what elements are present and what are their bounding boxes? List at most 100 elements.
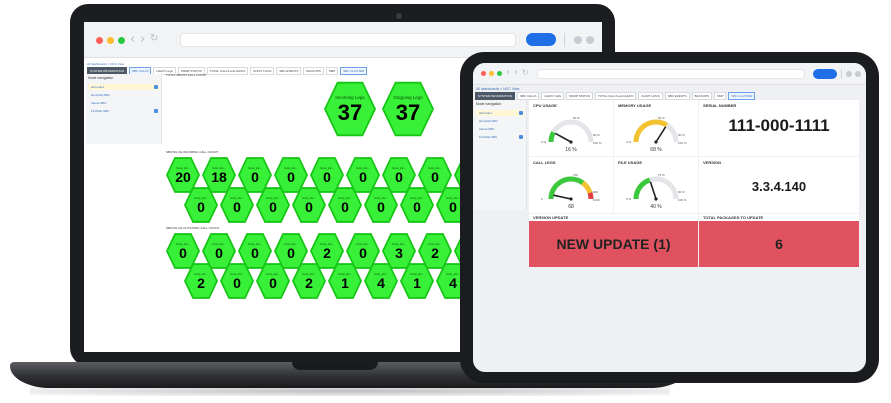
tablet-node-sidebar: Node navigation sbcnode1 Hemphill-SBC Aleu… [474,100,527,210]
laptop-sidebar-item-1[interactable]: Hemphill-SBC [88,92,159,98]
tablet-tab-7[interactable]: BACKUPS [691,92,712,100]
browser-extension-icon[interactable] [855,71,861,77]
forward-icon[interactable]: › [514,67,518,78]
hex-call-count: 2 [305,274,313,291]
hex-call-count: 1 [341,274,349,291]
hex-call-count: 0 [413,198,421,215]
gauge-value-label: 40 % [650,204,662,210]
hex-call-count: 0 [323,168,331,185]
gauge-tick-label: 75 % [658,173,665,177]
hex-call-count: 0 [341,198,349,215]
version-update-value: NEW UPDATE (1) [556,236,671,252]
laptop-tab-4[interactable]: TOTAL CALLS and HA/FO [206,67,249,75]
gauge-tick-label: 1000 [593,198,600,202]
incoming-legs-value: 37 [337,99,363,125]
gauge-tick-label: 0 % [626,197,632,201]
tablet-tab-5[interactable]: AUDIT LOGS [638,92,663,100]
sidebar-title: Node navigation [88,76,114,80]
tablet-tab-1[interactable]: SBC CALLS [516,92,540,100]
browser-action-button[interactable] [526,33,556,46]
device-mockup-scene: ‹ › ↻ All dashboards > NOC View SYSTEM I… [0,0,891,403]
sidebar-item-label: Hemphill-SBC [479,119,498,123]
serial-number-title: SERIAL NUMBER [703,103,737,108]
close-window-icon[interactable] [96,37,103,44]
laptop-tab-7[interactable]: BACKUPS [303,67,324,75]
hex-call-count: 0 [395,168,403,185]
breadcrumb[interactable]: All dashboards > NOC View [87,62,124,66]
gauge-needle [655,126,667,143]
tablet-sidebar-item-1[interactable]: Hemphill-SBC [476,118,524,124]
gauge-value-label: 68 % [650,147,662,153]
outgoing-call-count-title: SBC/SG CE OUTGOING CALL COUNT [166,226,220,230]
address-bar[interactable] [180,33,516,47]
hex-call-count: 0 [449,198,457,215]
tablet-tab-9[interactable]: SBC CLUSTER [728,92,756,100]
hex-call-count: 0 [179,244,187,261]
browser-extension-icon[interactable] [586,36,594,44]
laptop-tab-6[interactable]: SBC EVENTS [276,67,302,75]
tablet-sidebar-item-2[interactable]: Aleuts-SBC [476,126,524,132]
laptop-tab-9[interactable]: SBC CLUSTER [340,67,368,75]
maximize-window-icon[interactable] [118,37,125,44]
node-badge-icon [154,109,158,113]
serial-number-card: SERIAL NUMBER 111-000-1111 [699,100,859,156]
close-window-icon[interactable] [481,71,486,76]
gauge-needle [554,132,572,143]
forward-icon[interactable]: › [140,32,145,47]
version-title: VERSION [703,160,722,165]
reload-icon[interactable]: ↻ [522,68,529,77]
gauge-tick-label: 0 % [541,140,547,144]
sidebar-item-list: sbcnode1 Hemphill-SBC Aleuts-SBC FirstPair-… [86,84,161,114]
tablet-tab-8[interactable]: SMP [713,92,727,100]
breadcrumb[interactable]: All dashboards > NOC View [476,87,519,91]
reload-icon[interactable]: ↻ [150,33,158,44]
browser-menu-icon[interactable] [574,36,582,44]
hex-call-count: 1 [413,274,421,291]
hex-call-count: 0 [269,274,277,291]
tablet-tab-6[interactable]: SBC EVENTS [664,92,690,100]
hex-call-count: 0 [269,198,277,215]
version-update-card[interactable]: VERSION UPDATE NEW UPDATE (1) [529,214,698,267]
laptop-sidebar-item-2[interactable]: Aleuts-SBC [88,100,159,106]
sidebar-title: Node navigation [476,102,502,106]
hex-call-count: 0 [233,198,241,215]
gauge-tick-label: 100 % [678,141,687,145]
tablet-sidebar-item-0[interactable]: sbcnode1 [476,110,524,116]
tablet-tab-4[interactable]: TOTAL CALLS and HA/FO [594,92,637,100]
hex-call-count: 2 [323,244,331,261]
gauge-band [633,177,651,200]
cpu-usage-gauge: 0 % 50 % 90 % 100 % 16 % [541,116,602,153]
hex-call-count: 0 [251,168,259,185]
gauge-hub [569,140,573,144]
laptop-sidebar-item-0[interactable]: sbcnode1 [88,84,159,90]
laptop-sidebar-item-3[interactable]: FirstPair-SBC [88,108,159,114]
packages-to-update-card[interactable]: TOTAL PACKAGES TO UPDATE 6 [699,214,859,267]
maximize-window-icon[interactable] [497,71,502,76]
laptop-tab-8[interactable]: SMP [325,67,339,75]
cpu-usage-card: CPU USAGE 0 % 50 % 90 % 100 % 16 % [529,100,613,156]
tablet-tab-0[interactable]: SYSTEM INFORMATION [475,92,515,100]
browser-menu-icon[interactable] [846,71,852,77]
tablet-sidebar-item-3[interactable]: FirstPair-SBC [476,134,524,140]
address-bar[interactable] [537,69,805,79]
minimize-window-icon[interactable] [107,37,114,44]
back-icon[interactable]: ‹ [130,32,135,47]
hex-call-count: 0 [197,198,205,215]
gauge-tick-label: 90 % [678,133,685,137]
laptop-camera-icon [396,13,402,19]
gauge-tick-label: 0 % [626,140,632,144]
back-icon[interactable]: ‹ [506,67,510,78]
laptop-shadow [30,386,670,396]
gauge-tick-label: 90 % [593,133,600,137]
browser-action-button[interactable] [813,69,837,79]
node-badge-icon [154,85,158,89]
tablet-tab-2[interactable]: HA/FO Calls [541,92,565,100]
laptop-tab-5[interactable]: AUDIT LOGS [250,67,275,75]
tablet-tab-3[interactable]: SNMP STATUS [566,92,593,100]
incoming-call-count-title: SBC/SG CE INCOMING CALL COUNT [166,150,219,154]
outgoing-legs-value: 37 [395,99,421,125]
gauge-track [548,119,594,143]
gauge-tick-label: 900 [593,190,598,194]
minimize-window-icon[interactable] [489,71,494,76]
tablet-tab-bar: SYSTEM INFORMATION SBC CALLS HA/FO Calls SN… [475,92,756,100]
